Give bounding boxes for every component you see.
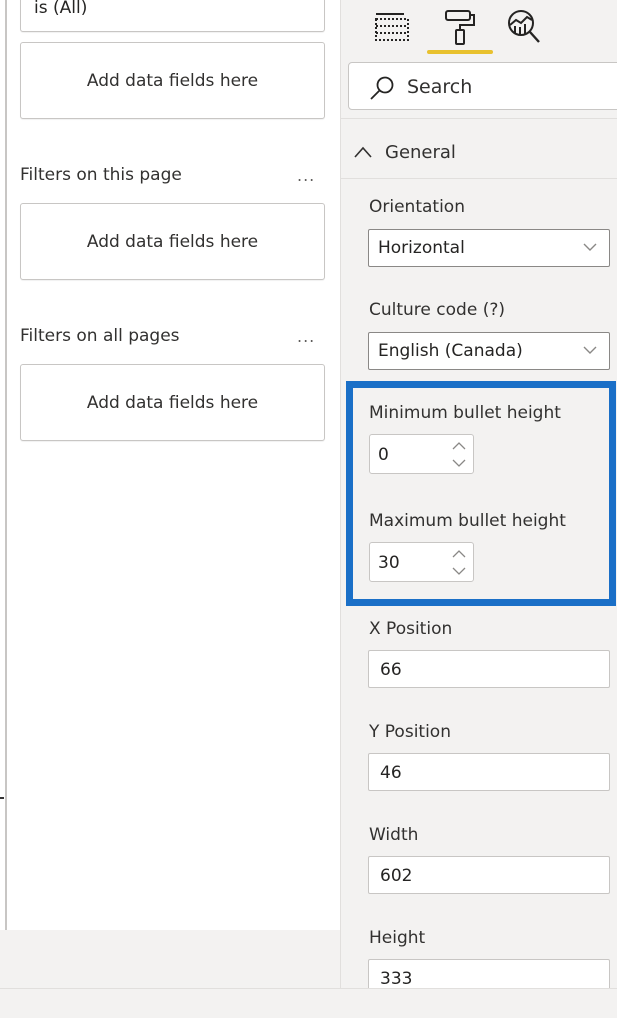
max-bullet-height-stepper[interactable] <box>369 542 474 582</box>
filters-on-page-title: Filters on this page <box>20 165 182 185</box>
report-editor: is (All) Add data fields here Filters on… <box>0 0 617 1018</box>
analytics-magnifier-icon <box>508 10 540 43</box>
paint-roller-icon <box>445 10 475 45</box>
drop-zone-label: Add data fields here <box>86 231 259 252</box>
edge-marker <box>0 797 4 799</box>
y-position-field[interactable] <box>368 753 610 791</box>
culture-code-dropdown[interactable]: English (Canada) <box>368 332 610 370</box>
fields-table-icon <box>375 13 409 41</box>
width-label: Width <box>369 825 419 845</box>
divider <box>341 178 617 179</box>
filters-on-page-more-button[interactable]: ... <box>297 166 315 185</box>
max-bullet-height-input[interactable] <box>378 551 438 575</box>
search-icon <box>370 76 394 100</box>
filters-on-all-pages-more-button[interactable]: ... <box>297 327 315 346</box>
filters-on-all-pages-title: Filters on all pages <box>20 326 180 346</box>
min-bullet-height-input[interactable] <box>378 443 438 467</box>
x-position-label: X Position <box>369 619 453 639</box>
increment-button[interactable] <box>449 546 469 562</box>
chevron-down-icon <box>452 459 466 467</box>
filter-condition-text: is (All) <box>34 0 88 18</box>
filter-card-existing[interactable]: is (All) <box>20 0 325 32</box>
increment-button[interactable] <box>449 438 469 454</box>
search-field[interactable] <box>348 62 617 110</box>
all-pages-filters-drop-zone[interactable]: Add data fields here <box>20 364 325 441</box>
max-bullet-height-label: Maximum bullet height <box>369 511 566 531</box>
chevron-up-icon <box>452 442 466 450</box>
width-field[interactable] <box>368 856 610 894</box>
width-input[interactable] <box>380 864 600 888</box>
culture-code-value: English (Canada) <box>378 341 523 361</box>
y-position-input[interactable] <box>380 761 600 785</box>
chevron-up-icon <box>452 550 466 558</box>
decrement-button[interactable] <box>449 455 469 471</box>
tab-format[interactable] <box>439 8 481 46</box>
chevron-down-icon <box>452 567 466 575</box>
chevron-down-icon <box>583 243 597 251</box>
active-tab-indicator <box>427 50 493 54</box>
decrement-button[interactable] <box>449 563 469 579</box>
status-bar <box>0 989 617 1018</box>
general-section-title: General <box>385 141 456 163</box>
orientation-label: Orientation <box>369 197 465 217</box>
y-position-label: Y Position <box>369 722 451 742</box>
height-label: Height <box>369 928 426 948</box>
divider <box>341 118 617 119</box>
x-position-input[interactable] <box>380 658 600 682</box>
filters-pane-footer <box>0 930 340 988</box>
tab-analytics[interactable] <box>503 8 545 46</box>
search-input[interactable] <box>407 73 607 101</box>
tab-fields[interactable] <box>371 8 413 46</box>
chevron-down-icon <box>583 346 597 354</box>
visual-filters-drop-zone[interactable]: Add data fields here <box>20 42 325 119</box>
page-filters-drop-zone[interactable]: Add data fields here <box>20 203 325 280</box>
pane-divider <box>5 0 7 930</box>
min-bullet-height-stepper[interactable] <box>369 434 474 474</box>
culture-code-label: Culture code (?) <box>369 300 505 320</box>
visualizations-pane: General Orientation Horizontal Culture c… <box>341 0 617 997</box>
chevron-up-icon <box>354 146 372 158</box>
filters-pane: is (All) Add data fields here Filters on… <box>0 0 340 930</box>
orientation-value: Horizontal <box>378 238 465 258</box>
drop-zone-label: Add data fields here <box>86 70 259 91</box>
orientation-dropdown[interactable]: Horizontal <box>368 229 610 267</box>
drop-zone-label: Add data fields here <box>86 392 259 413</box>
min-bullet-height-label: Minimum bullet height <box>369 403 561 423</box>
x-position-field[interactable] <box>368 650 610 688</box>
general-section-header[interactable]: General <box>353 138 456 166</box>
